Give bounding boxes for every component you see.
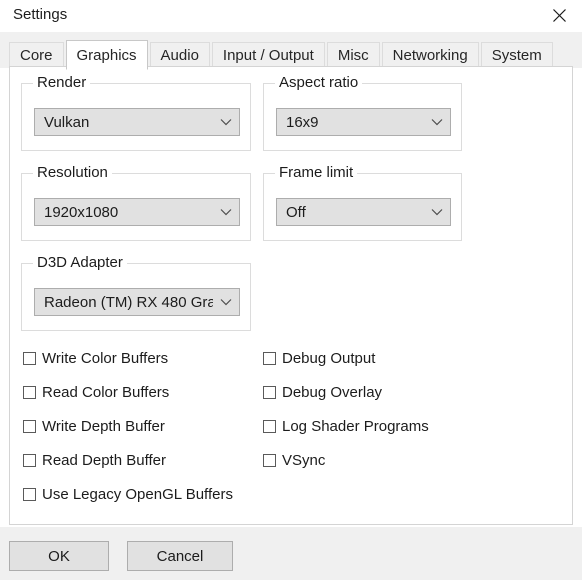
resolution-group: Resolution 1920x1080 [21,164,251,241]
tab-core[interactable]: Core [9,42,64,68]
resolution-group-title: Resolution [33,164,112,181]
tab-label: Graphics [76,46,137,64]
checkbox-label: Read Color Buffers [42,384,170,401]
chevron-down-icon [213,118,239,126]
tab-graphics[interactable]: Graphics [65,40,148,70]
tab-input-output[interactable]: Input / Output [211,42,325,68]
chevron-down-icon [424,118,450,126]
frame-limit-combobox-value: Off [286,203,306,221]
aspect-ratio-combobox-value: 16x9 [286,113,319,131]
chevron-down-icon [213,298,239,306]
tab-label: Audio [160,47,199,64]
tab-system[interactable]: System [480,42,553,68]
render-combobox[interactable]: Vulkan [34,108,240,136]
d3d-adapter-combobox[interactable]: Radeon (TM) RX 480 Gra [34,288,240,316]
checkbox-use-legacy-opengl-buffers[interactable]: Use Legacy OpenGL Buffers [23,486,233,503]
close-button[interactable] [536,0,582,30]
cancel-button-label: Cancel [156,547,204,565]
checkbox-indicator[interactable] [23,454,36,467]
checkbox-read-color-buffers[interactable]: Read Color Buffers [23,384,169,401]
chevron-down-icon [424,208,450,216]
tab-misc[interactable]: Misc [326,42,380,68]
checkbox-label: Debug Overlay [282,384,383,401]
ok-button-label: OK [48,547,70,565]
cancel-button[interactable]: Cancel [127,541,233,571]
d3d-adapter-group: D3D Adapter Radeon (TM) RX 480 Gra [21,254,251,331]
checkbox-indicator[interactable] [263,386,276,399]
frame-limit-group: Frame limit Off [263,164,462,241]
dialog-footer: OK Cancel [0,527,582,580]
tab-strip: Core Graphics Audio Input / Output Misc … [0,32,582,70]
checkbox-label: Read Depth Buffer [42,452,166,469]
render-combobox-value: Vulkan [44,113,90,131]
checkbox-log-shader-programs[interactable]: Log Shader Programs [263,418,429,435]
checkbox-debug-overlay[interactable]: Debug Overlay [263,384,382,401]
checkbox-indicator[interactable] [23,386,36,399]
checkbox-label: Use Legacy OpenGL Buffers [42,486,233,503]
aspect-ratio-group-title: Aspect ratio [275,74,363,91]
checkbox-vsync[interactable]: VSync [263,452,325,469]
checkbox-label: Log Shader Programs [282,418,429,435]
aspect-ratio-combobox[interactable]: 16x9 [276,108,451,136]
graphics-settings-panel: Render Vulkan Aspect ratio 16x9 Resoluti… [9,66,573,525]
chevron-down-icon [213,208,239,216]
checkbox-indicator[interactable] [23,420,36,433]
resolution-combobox-value: 1920x1080 [44,203,119,221]
checkbox-indicator[interactable] [23,352,36,365]
checkbox-read-depth-buffer[interactable]: Read Depth Buffer [23,452,166,469]
close-icon [552,8,566,22]
tab-label: Misc [337,47,369,64]
tab-label: Networking [392,47,468,64]
checkbox-indicator[interactable] [263,420,276,433]
checkbox-write-color-buffers[interactable]: Write Color Buffers [23,350,168,367]
tab-list: Core Graphics Audio Input / Output Misc … [9,40,555,70]
checkbox-label: Write Color Buffers [42,350,169,367]
tab-label: System [491,47,542,64]
window-title: Settings [13,6,68,23]
render-group: Render Vulkan [21,74,251,151]
checkbox-indicator[interactable] [263,454,276,467]
aspect-ratio-group: Aspect ratio 16x9 [263,74,462,151]
frame-limit-group-title: Frame limit [275,164,358,181]
checkbox-debug-output[interactable]: Debug Output [263,350,375,367]
ok-button[interactable]: OK [9,541,109,571]
checkbox-label: Write Depth Buffer [42,418,165,435]
title-bar: Settings [0,0,582,32]
tab-networking[interactable]: Networking [381,42,479,68]
tab-label: Core [20,47,53,64]
tab-audio[interactable]: Audio [149,42,210,68]
frame-limit-combobox[interactable]: Off [276,198,451,226]
render-group-title: Render [33,74,91,91]
checkbox-label: VSync [282,452,326,469]
checkbox-indicator[interactable] [23,488,36,501]
checkbox-label: Debug Output [282,350,376,367]
checkbox-indicator[interactable] [263,352,276,365]
d3d-adapter-group-title: D3D Adapter [33,254,127,271]
d3d-adapter-combobox-value: Radeon (TM) RX 480 Gra [44,293,213,311]
tab-label: Input / Output [222,47,314,64]
resolution-combobox[interactable]: 1920x1080 [34,198,240,226]
checkbox-write-depth-buffer[interactable]: Write Depth Buffer [23,418,165,435]
